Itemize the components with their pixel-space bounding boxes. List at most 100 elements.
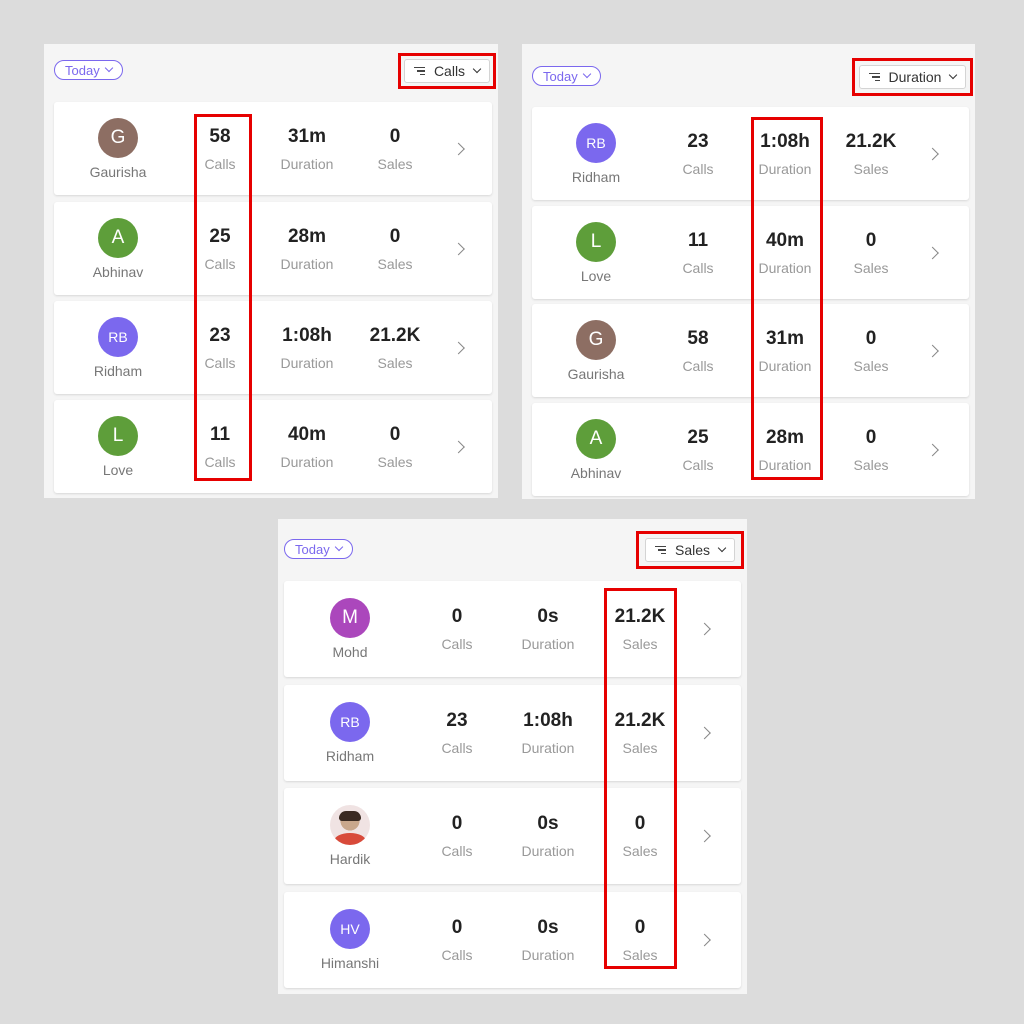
calls-value: 11 xyxy=(687,229,709,251)
metric-sales: 21.2K Sales xyxy=(595,581,685,677)
sales-value: 21.2K xyxy=(369,324,421,346)
duration-value: 40m xyxy=(287,423,327,445)
sales-value: 0 xyxy=(389,225,401,247)
calls-value: 0 xyxy=(451,813,463,834)
duration-value: 28m xyxy=(287,225,327,247)
metric-calls: 23 Calls xyxy=(412,685,502,781)
metric-calls: 11 Calls xyxy=(175,400,265,493)
metric-duration: 28m Duration xyxy=(740,403,830,496)
period-dropdown[interactable]: Today xyxy=(532,66,601,86)
sort-icon xyxy=(868,73,880,81)
calls-value: 58 xyxy=(209,125,231,147)
person: M Mohd xyxy=(290,581,410,677)
duration-label: Duration xyxy=(280,453,334,470)
sales-label: Sales xyxy=(622,636,658,652)
sales-value: 0 xyxy=(389,423,401,445)
period-dropdown[interactable]: Today xyxy=(54,60,123,80)
list-item[interactable]: A Abhinav 25 Calls 28m Duration 0 Sales xyxy=(532,403,969,496)
chevron-right-icon xyxy=(452,142,465,155)
duration-label: Duration xyxy=(521,740,575,756)
list-item[interactable]: Hardik 0 Calls 0s Duration 0 Sales xyxy=(284,788,741,884)
metric-sales: 0 Sales xyxy=(826,206,916,299)
list-item[interactable]: G Gaurisha 58 Calls 31m Duration 0 Sales xyxy=(532,304,969,397)
sort-highlight: Sales xyxy=(636,531,744,569)
person-name: Ridham xyxy=(93,362,143,379)
metric-calls: 25 Calls xyxy=(175,202,265,295)
duration-value: 1:08h xyxy=(523,710,573,731)
list-item[interactable]: L Love 11 Calls 40m Duration 0 Sales xyxy=(54,400,492,493)
metric-sales: 0 Sales xyxy=(350,202,440,295)
avatar: RB xyxy=(330,702,370,742)
sales-label: Sales xyxy=(377,354,413,371)
duration-label: Duration xyxy=(280,255,334,272)
metric-duration: 40m Duration xyxy=(262,400,352,493)
duration-value: 0s xyxy=(537,917,559,938)
list-item[interactable]: L Love 11 Calls 40m Duration 0 Sales xyxy=(532,206,969,299)
sort-dropdown[interactable]: Sales xyxy=(644,538,736,562)
metric-calls: 23 Calls xyxy=(653,107,743,200)
list-item[interactable]: RB Ridham 23 Calls 1:08h Duration 21.2K … xyxy=(54,301,492,394)
sales-label: Sales xyxy=(853,160,889,177)
period-dropdown[interactable]: Today xyxy=(284,539,353,559)
sort-label: Calls xyxy=(433,63,466,79)
person-name: Gaurisha xyxy=(89,163,147,180)
sales-value: 0 xyxy=(634,813,646,834)
avatar: A xyxy=(98,217,138,258)
calls-label: Calls xyxy=(441,636,473,652)
sales-value: 21.2K xyxy=(614,710,666,731)
sort-icon xyxy=(413,67,425,75)
sales-value: 21.2K xyxy=(614,606,666,627)
person: RB Ridham xyxy=(58,301,178,394)
list-item[interactable]: M Mohd 0 Calls 0s Duration 21.2K Sales xyxy=(284,581,741,677)
person-name: Himanshi xyxy=(320,955,380,971)
list-item[interactable]: G Gaurisha 58 Calls 31m Duration 0 Sales xyxy=(54,102,492,195)
calls-value: 23 xyxy=(209,324,231,346)
chevron-right-icon xyxy=(698,726,711,740)
panel-header: Today Duration xyxy=(522,44,975,100)
metric-duration: 0s Duration xyxy=(503,581,593,677)
list-item[interactable]: HV Himanshi 0 Calls 0s Duration 0 Sales xyxy=(284,892,741,988)
person: RB Ridham xyxy=(536,107,656,200)
sales-value: 0 xyxy=(865,229,877,251)
duration-label: Duration xyxy=(758,456,812,473)
duration-label: Duration xyxy=(280,155,334,172)
leaderboard-panel-sales: Today Sales M Mohd 0 Calls 0s Duration 2… xyxy=(278,519,747,994)
avatar: RB xyxy=(576,122,616,163)
calls-value: 25 xyxy=(209,225,231,247)
person: L Love xyxy=(58,400,178,493)
duration-value: 31m xyxy=(765,327,805,349)
chevron-right-icon xyxy=(926,246,939,259)
metric-sales: 21.2K Sales xyxy=(826,107,916,200)
calls-value: 58 xyxy=(687,327,709,349)
calls-value: 23 xyxy=(687,130,709,152)
list-item[interactable]: RB Ridham 23 Calls 1:08h Duration 21.2K … xyxy=(532,107,969,200)
avatar: L xyxy=(576,221,616,262)
chevron-right-icon xyxy=(698,933,711,947)
avatar-photo xyxy=(330,805,370,845)
sales-label: Sales xyxy=(853,456,889,473)
sort-icon xyxy=(654,546,666,554)
calls-value: 11 xyxy=(209,423,231,445)
leaderboard-panel-calls: Today Calls G Gaurisha 58 Calls 31m Dura… xyxy=(44,44,498,498)
metric-duration: 1:08h Duration xyxy=(503,685,593,781)
sales-label: Sales xyxy=(377,255,413,272)
calls-label: Calls xyxy=(682,456,714,473)
calls-label: Calls xyxy=(441,843,473,859)
sales-label: Sales xyxy=(853,259,889,276)
person-name: Abhinav xyxy=(570,464,622,481)
calls-value: 0 xyxy=(451,606,463,627)
calls-label: Calls xyxy=(682,357,714,374)
person-name: Ridham xyxy=(325,748,375,764)
metric-duration: 0s Duration xyxy=(503,892,593,988)
sales-label: Sales xyxy=(377,453,413,470)
person-name: Gaurisha xyxy=(567,365,625,382)
metric-sales: 0 Sales xyxy=(350,102,440,195)
sort-dropdown[interactable]: Duration xyxy=(858,65,967,89)
sort-dropdown[interactable]: Calls xyxy=(403,59,491,83)
person: A Abhinav xyxy=(536,403,656,496)
list-item[interactable]: RB Ridham 23 Calls 1:08h Duration 21.2K … xyxy=(284,685,741,781)
list-item[interactable]: A Abhinav 25 Calls 28m Duration 0 Sales xyxy=(54,202,492,295)
chevron-right-icon xyxy=(452,341,465,354)
metric-duration: 1:08h Duration xyxy=(740,107,830,200)
metric-duration: 28m Duration xyxy=(262,202,352,295)
